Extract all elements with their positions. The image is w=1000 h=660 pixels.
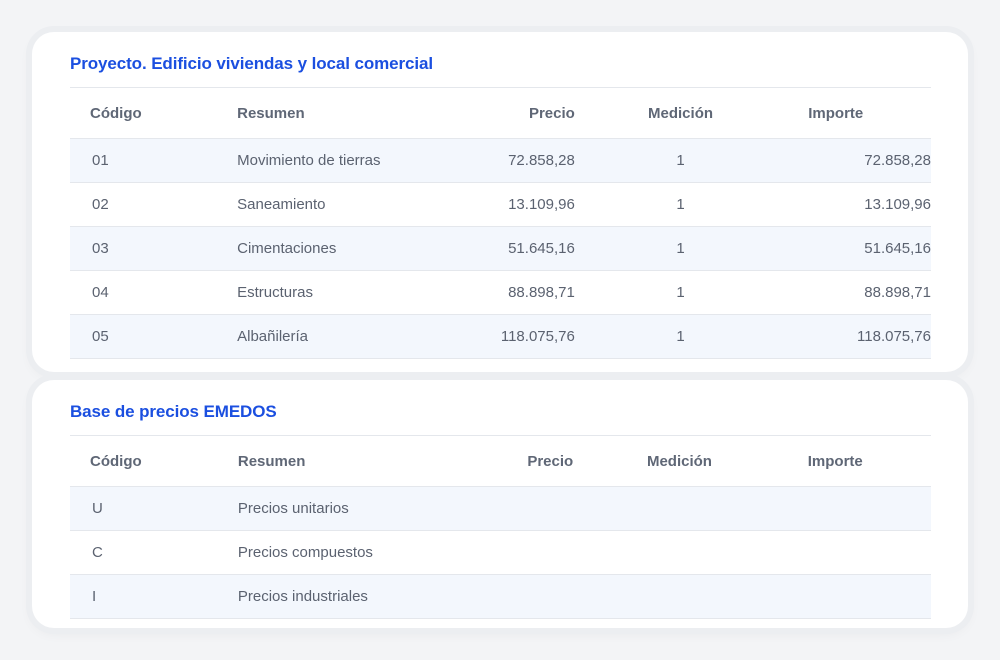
cell-precio: 72.858,28 xyxy=(492,138,575,183)
proyecto-title: Proyecto. Edificio viviendas y local com… xyxy=(70,54,433,73)
column-header-resumen[interactable]: Resumen xyxy=(237,435,494,487)
column-header-importe[interactable]: Importe xyxy=(786,87,931,139)
cell-medicion xyxy=(573,486,786,531)
table-row[interactable]: 05 Albañilería 118.075,76 1 118.075,76 xyxy=(70,314,931,359)
cell-medicion: 1 xyxy=(574,138,787,183)
table-row[interactable]: C Precios compuestos xyxy=(70,530,931,575)
column-header-resumen[interactable]: Resumen xyxy=(237,87,493,139)
cell-resumen: Cimentaciones xyxy=(237,226,493,271)
cell-resumen: Precios industriales xyxy=(237,574,494,619)
column-header-medicion[interactable]: Medición xyxy=(574,87,787,139)
cell-codigo: 04 xyxy=(70,270,238,315)
base-precios-table: Código Resumen Precio Medición Importe U… xyxy=(70,435,931,619)
cell-resumen: Albañilería xyxy=(237,314,493,359)
cell-codigo: 02 xyxy=(70,182,238,227)
cell-resumen: Estructuras xyxy=(237,270,493,315)
cell-resumen: Movimiento de tierras xyxy=(237,138,493,183)
cell-medicion: 1 xyxy=(574,226,787,271)
cell-codigo: 01 xyxy=(70,138,238,183)
cell-resumen: Precios compuestos xyxy=(237,530,494,575)
table-row[interactable]: 03 Cimentaciones 51.645,16 1 51.645,16 xyxy=(70,226,931,271)
cell-medicion: 1 xyxy=(574,270,787,315)
table-header-row: Código Resumen Precio Medición Importe xyxy=(70,87,931,139)
cell-importe: 118.075,76 xyxy=(786,314,931,359)
table-row[interactable]: U Precios unitarios xyxy=(70,486,931,531)
column-header-precio[interactable]: Precio xyxy=(493,435,574,487)
cell-medicion xyxy=(573,530,786,575)
base-precios-card: Base de precios EMEDOS Código Resumen Pr… xyxy=(32,380,968,628)
column-header-precio[interactable]: Precio xyxy=(492,87,575,139)
cell-precio: 88.898,71 xyxy=(492,270,575,315)
proyecto-card: Proyecto. Edificio viviendas y local com… xyxy=(32,32,968,372)
base-precios-title: Base de precios EMEDOS xyxy=(70,402,277,421)
table-header-row: Código Resumen Precio Medición Importe xyxy=(70,435,931,487)
cell-importe: 88.898,71 xyxy=(786,270,931,315)
table-row[interactable]: 01 Movimiento de tierras 72.858,28 1 72.… xyxy=(70,138,931,183)
cell-importe xyxy=(785,530,931,575)
cell-codigo: I xyxy=(70,574,238,619)
cell-codigo: C xyxy=(70,530,238,575)
cell-codigo: 03 xyxy=(70,226,238,271)
cell-precio: 13.109,96 xyxy=(492,182,575,227)
cell-codigo: 05 xyxy=(70,314,238,359)
cell-precio: 51.645,16 xyxy=(492,226,575,271)
cell-precio xyxy=(493,574,574,619)
cell-importe: 72.858,28 xyxy=(786,138,931,183)
column-header-importe[interactable]: Importe xyxy=(785,435,931,487)
column-header-medicion[interactable]: Medición xyxy=(573,435,786,487)
cell-medicion: 1 xyxy=(574,314,787,359)
column-header-codigo[interactable]: Código xyxy=(70,435,238,487)
cell-resumen: Saneamiento xyxy=(237,182,493,227)
cell-medicion: 1 xyxy=(574,182,787,227)
cell-importe: 13.109,96 xyxy=(786,182,931,227)
cell-medicion xyxy=(573,574,786,619)
cell-precio xyxy=(493,530,574,575)
proyecto-table: Código Resumen Precio Medición Importe 0… xyxy=(70,87,931,359)
cell-codigo: U xyxy=(70,486,238,531)
table-row[interactable]: 02 Saneamiento 13.109,96 1 13.109,96 xyxy=(70,182,931,227)
cell-resumen: Precios unitarios xyxy=(237,486,494,531)
cell-precio xyxy=(493,486,574,531)
cell-importe xyxy=(785,574,931,619)
cell-importe: 51.645,16 xyxy=(786,226,931,271)
cell-importe xyxy=(785,486,931,531)
table-row[interactable]: 04 Estructuras 88.898,71 1 88.898,71 xyxy=(70,270,931,315)
cell-precio: 118.075,76 xyxy=(492,314,575,359)
table-row[interactable]: I Precios industriales xyxy=(70,574,931,619)
column-header-codigo[interactable]: Código xyxy=(70,87,238,139)
